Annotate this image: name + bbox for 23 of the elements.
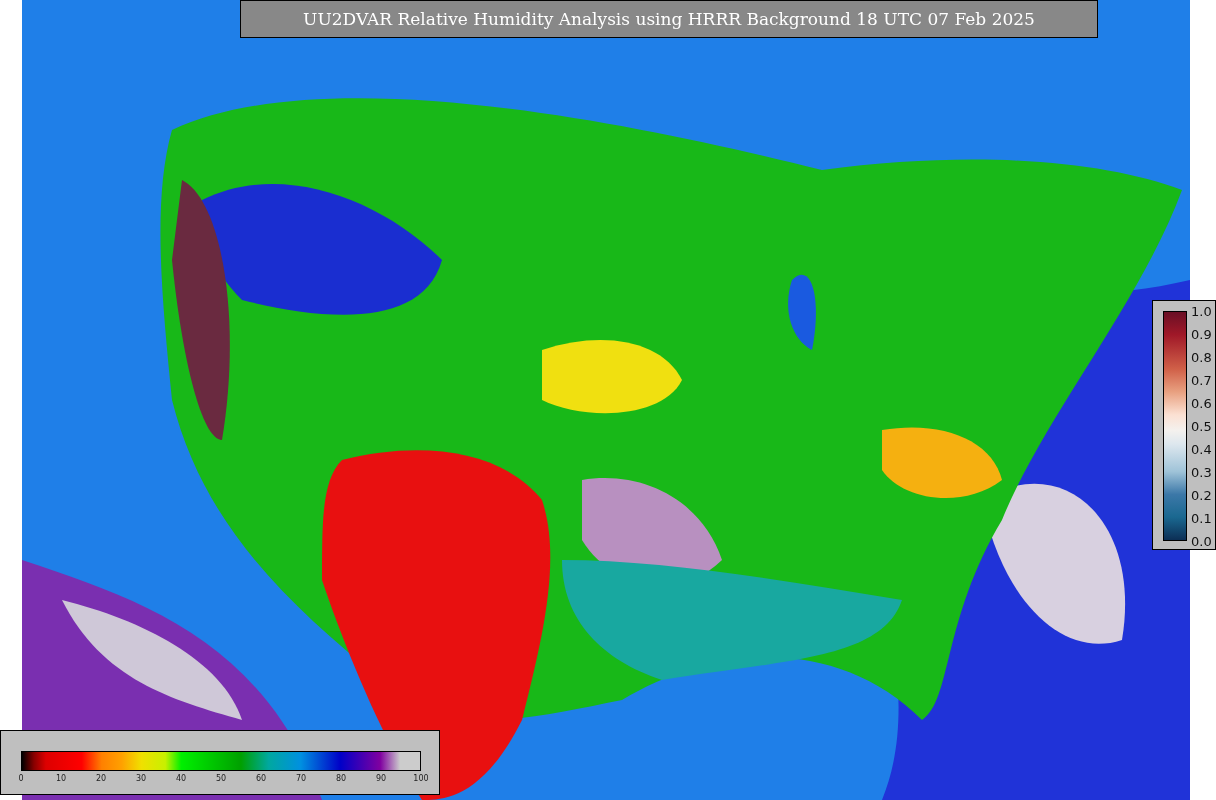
colorbar-tick-label: 0.9 — [1191, 326, 1212, 342]
colorbar-tick-label: 0.4 — [1191, 441, 1212, 457]
colorbar-tick-label: 0.8 — [1191, 349, 1212, 365]
colorbar-tick-label: 10 — [55, 774, 67, 783]
colorbar-tick-label: 0.0 — [1191, 533, 1212, 549]
colorbar-tick-label: 80 — [335, 774, 347, 783]
colorbar-tick-label: 1.0 — [1191, 303, 1212, 319]
map-title: UU2DVAR Relative Humidity Analysis using HRRR Background 18 UTC 07 Feb 2025 — [240, 0, 1098, 38]
colorbar-tick-label: 20 — [95, 774, 107, 783]
colorbar-tick-label: 90 — [375, 774, 387, 783]
colorbar-tick-label: 30 — [135, 774, 147, 783]
colorbar-tick-label: 0.6 — [1191, 395, 1212, 411]
colorbar-tick-label: 100 — [413, 774, 429, 783]
colorbar-tick-label: 0.1 — [1191, 510, 1212, 526]
colorbar-tick-label: 0.3 — [1191, 464, 1212, 480]
colorbar-tick-label: 40 — [175, 774, 187, 783]
colorbar-tick-label: 0.7 — [1191, 372, 1212, 388]
colorbar-tick-label: 0 — [18, 774, 24, 783]
colorbar-tick-label: 70 — [295, 774, 307, 783]
colorbar-tick-label: 0.2 — [1191, 487, 1212, 503]
colorbar-tick-label: 0.5 — [1191, 418, 1212, 434]
colorbar-tick-label: 60 — [255, 774, 267, 783]
colorbar-tick-label: 50 — [215, 774, 227, 783]
